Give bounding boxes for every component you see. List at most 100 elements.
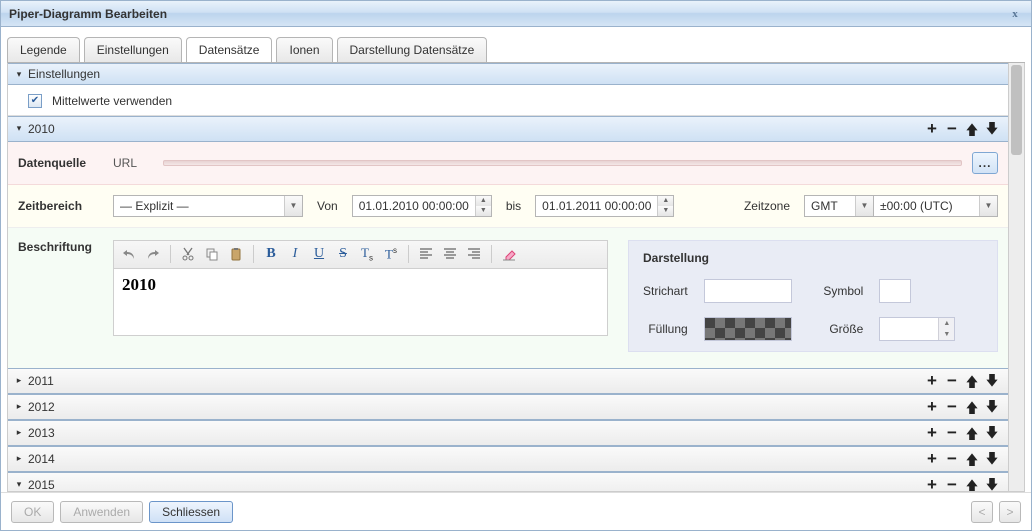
remove-icon[interactable]: − [942, 424, 962, 442]
beschriftung-label: Beschriftung [18, 240, 113, 254]
chevron-right-icon: ▸ [14, 375, 24, 386]
content-scroll: ▾ Einstellungen ✔ Mittelwerte verwenden … [7, 63, 1009, 492]
spin-up-icon: ▲ [476, 196, 491, 206]
scrollbar[interactable] [1009, 63, 1025, 492]
chevron-right-icon: ▸ [14, 427, 24, 438]
add-icon[interactable]: + [922, 424, 942, 442]
section-2014-header[interactable]: ▸ 2014 + − [8, 446, 1008, 472]
checkbox-icon: ✔ [28, 94, 42, 108]
move-down-icon[interactable] [982, 476, 1002, 493]
subscript-icon[interactable]: Ts [356, 243, 378, 265]
editor-toolbar: B I U S Ts Ts [113, 240, 608, 268]
close-button[interactable]: Schliessen [149, 501, 233, 523]
size-stepper[interactable]: ▲▼ [879, 317, 955, 341]
section-2015-header[interactable]: ▾ 2015 + − [8, 472, 1008, 493]
tab-legende[interactable]: Legende [7, 37, 80, 62]
section-settings-header[interactable]: ▾ Einstellungen [8, 63, 1008, 85]
add-icon[interactable]: + [922, 450, 942, 468]
tz-offset-select[interactable]: ±00:00 (UTC)▼ [873, 195, 998, 217]
use-means-option[interactable]: ✔ Mittelwerte verwenden [28, 94, 172, 108]
section-2012-header[interactable]: ▸ 2012 + − [8, 394, 1008, 420]
add-icon[interactable]: + [922, 372, 942, 390]
bold-icon[interactable]: B [260, 243, 282, 265]
symbol-label: Symbol [823, 284, 863, 298]
spin-up-icon: ▲ [658, 196, 673, 206]
move-down-icon[interactable] [982, 398, 1002, 416]
scrollbar-thumb[interactable] [1011, 65, 1022, 155]
display-panel: Darstellung Strichart Symbol Füllung Grö… [628, 240, 998, 352]
redo-icon[interactable] [142, 243, 164, 265]
tz-name-select[interactable]: GMT▼ [804, 195, 874, 217]
tab-darstellung-datensaetze[interactable]: Darstellung Datensätze [337, 37, 488, 62]
strikethrough-icon[interactable]: S [332, 243, 354, 265]
spin-down-icon: ▼ [476, 206, 491, 216]
zeitbereich-mode-select[interactable]: — Explizit —▼ [113, 195, 303, 217]
move-down-icon[interactable] [982, 450, 1002, 468]
prev-button[interactable]: < [971, 501, 993, 523]
tab-einstellungen[interactable]: Einstellungen [84, 37, 182, 62]
align-left-icon[interactable] [415, 243, 437, 265]
undo-icon[interactable] [118, 243, 140, 265]
to-datetime-input[interactable]: 01.01.2011 00:00:00 ▲▼ [535, 195, 674, 217]
datenquelle-row: Datenquelle URL ... [8, 142, 1008, 185]
move-down-icon[interactable] [982, 120, 1002, 138]
tab-datensaetze[interactable]: Datensätze [186, 37, 273, 62]
size-label: Größe [823, 322, 863, 336]
eraser-icon[interactable] [498, 243, 520, 265]
url-input[interactable] [163, 160, 962, 166]
section-2010-title: 2010 [28, 122, 55, 136]
paste-icon[interactable] [225, 243, 247, 265]
caption-editor[interactable]: 2010 [113, 268, 608, 336]
section-2011-header[interactable]: ▸ 2011 + − [8, 368, 1008, 394]
cut-icon[interactable] [177, 243, 199, 265]
move-up-icon[interactable] [962, 120, 982, 138]
ok-button[interactable]: OK [11, 501, 54, 523]
next-button[interactable]: > [999, 501, 1021, 523]
tz-label: Zeitzone [744, 199, 790, 213]
underline-icon[interactable]: U [308, 243, 330, 265]
fill-swatch[interactable] [704, 317, 792, 341]
use-means-label: Mittelwerte verwenden [52, 94, 172, 108]
move-up-icon[interactable] [962, 372, 982, 390]
add-icon[interactable]: + [922, 120, 942, 138]
chevron-down-icon: ▼ [979, 196, 997, 216]
chevron-down-icon: ▼ [284, 196, 302, 216]
close-icon[interactable]: x [1007, 6, 1023, 22]
italic-icon[interactable]: I [284, 243, 306, 265]
tab-ionen[interactable]: Ionen [276, 37, 332, 62]
remove-icon[interactable]: − [942, 398, 962, 416]
stroke-swatch[interactable] [704, 279, 792, 303]
add-icon[interactable]: + [922, 476, 942, 493]
remove-icon[interactable]: − [942, 450, 962, 468]
align-center-icon[interactable] [439, 243, 461, 265]
superscript-icon[interactable]: Ts [380, 243, 402, 265]
copy-icon[interactable] [201, 243, 223, 265]
add-icon[interactable]: + [922, 398, 942, 416]
section-settings-title: Einstellungen [28, 67, 100, 81]
remove-icon[interactable]: − [942, 372, 962, 390]
section-2013-header[interactable]: ▸ 2013 + − [8, 420, 1008, 446]
button-bar: OK Anwenden Schliessen < > [1, 492, 1031, 530]
symbol-swatch[interactable] [879, 279, 911, 303]
window-title: Piper-Diagramm Bearbeiten [9, 7, 167, 21]
spin-down-icon: ▼ [939, 329, 954, 340]
chevron-down-icon: ▼ [855, 196, 873, 216]
remove-icon[interactable]: − [942, 476, 962, 493]
move-up-icon[interactable] [962, 450, 982, 468]
move-down-icon[interactable] [982, 372, 1002, 390]
chevron-right-icon: ▸ [14, 453, 24, 464]
datenquelle-label: Datenquelle [18, 156, 113, 170]
apply-button[interactable]: Anwenden [60, 501, 143, 523]
browse-button[interactable]: ... [972, 152, 998, 174]
move-up-icon[interactable] [962, 398, 982, 416]
move-up-icon[interactable] [962, 476, 982, 493]
zeitbereich-label: Zeitbereich [18, 199, 113, 213]
move-up-icon[interactable] [962, 424, 982, 442]
fill-label: Füllung [643, 322, 688, 336]
to-label: bis [506, 199, 521, 213]
from-datetime-input[interactable]: 01.01.2010 00:00:00 ▲▼ [352, 195, 492, 217]
section-2010-header[interactable]: ▾ 2010 + − [8, 116, 1008, 142]
remove-icon[interactable]: − [942, 120, 962, 138]
move-down-icon[interactable] [982, 424, 1002, 442]
align-right-icon[interactable] [463, 243, 485, 265]
